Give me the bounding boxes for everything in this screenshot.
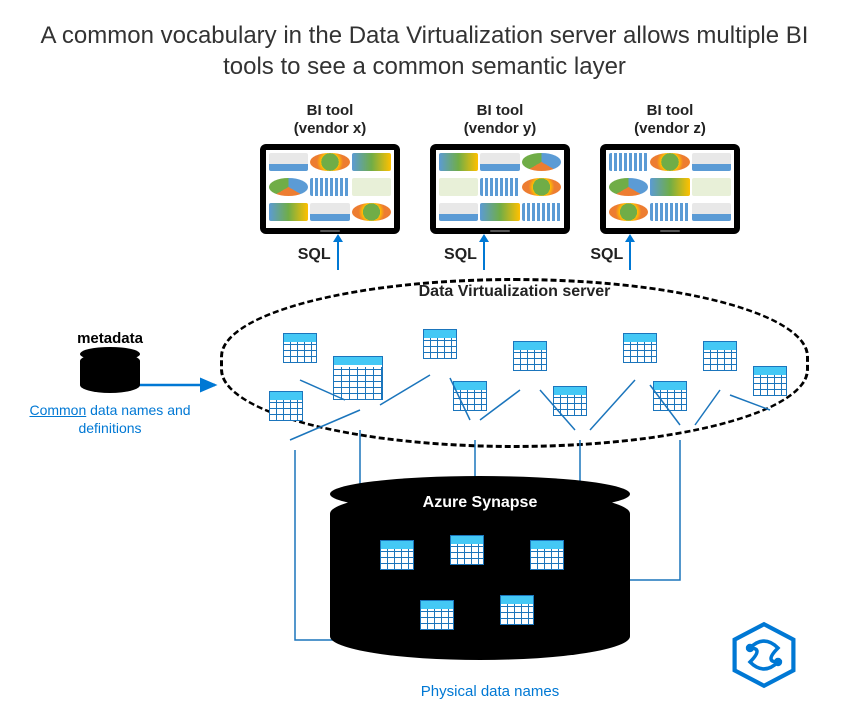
tablet-icon [260, 144, 400, 234]
synapse-label: Azure Synapse [330, 494, 630, 512]
arrow-up-icon [337, 240, 339, 270]
azure-synapse-db: Azure Synapse [330, 490, 630, 660]
synapse-logo-icon [729, 620, 799, 690]
metadata-cylinder-icon [80, 353, 140, 393]
virtual-table-icon [423, 329, 457, 359]
bi-tool-label: BI tool(vendor x) [294, 102, 367, 138]
sql-arrow: SQL [553, 240, 669, 270]
bi-tool-label: BI tool(vendor y) [464, 102, 537, 138]
metadata-heading: metadata [20, 330, 200, 347]
bi-tool-vendor-z: BI tool(vendor z) [600, 102, 740, 234]
data-virtualization-server: Data Virtualization server [220, 278, 809, 448]
metadata-description: Common data names and definitions [20, 401, 200, 437]
virtual-table-icon [653, 381, 687, 411]
dv-server-label: Data Virtualization server [419, 283, 611, 301]
metadata-block: metadata Common data names and definitio… [20, 330, 200, 437]
bi-tool-label: BI tool(vendor z) [634, 102, 706, 138]
physical-data-names-label: Physical data names [360, 683, 620, 700]
virtual-table-icon [623, 333, 657, 363]
virtual-table-icon [453, 381, 487, 411]
virtual-table-icon [269, 391, 303, 421]
sql-arrows-row: SQL SQL SQL [0, 234, 849, 270]
sql-arrow: SQL [260, 240, 376, 270]
tablet-icon [600, 144, 740, 234]
virtual-table-icon [753, 366, 787, 396]
virtual-table-icon [513, 341, 547, 371]
bi-tools-row: BI tool(vendor x) BI tool(vendor y) BI t… [0, 92, 849, 234]
tablet-icon [430, 144, 570, 234]
sql-arrow: SQL [406, 240, 522, 270]
bi-tool-vendor-y: BI tool(vendor y) [430, 102, 570, 234]
physical-table-icon [500, 595, 534, 625]
physical-table-icon [450, 535, 484, 565]
virtual-table-icon [703, 341, 737, 371]
physical-table-icon [530, 540, 564, 570]
virtual-table-icon [333, 356, 383, 400]
arrow-up-icon [629, 240, 631, 270]
virtual-table-icon [283, 333, 317, 363]
physical-table-icon [380, 540, 414, 570]
diagram-title: A common vocabulary in the Data Virtuali… [0, 0, 849, 92]
bi-tool-vendor-x: BI tool(vendor x) [260, 102, 400, 234]
arrow-up-icon [483, 240, 485, 270]
physical-table-icon [420, 600, 454, 630]
virtual-table-icon [553, 386, 587, 416]
